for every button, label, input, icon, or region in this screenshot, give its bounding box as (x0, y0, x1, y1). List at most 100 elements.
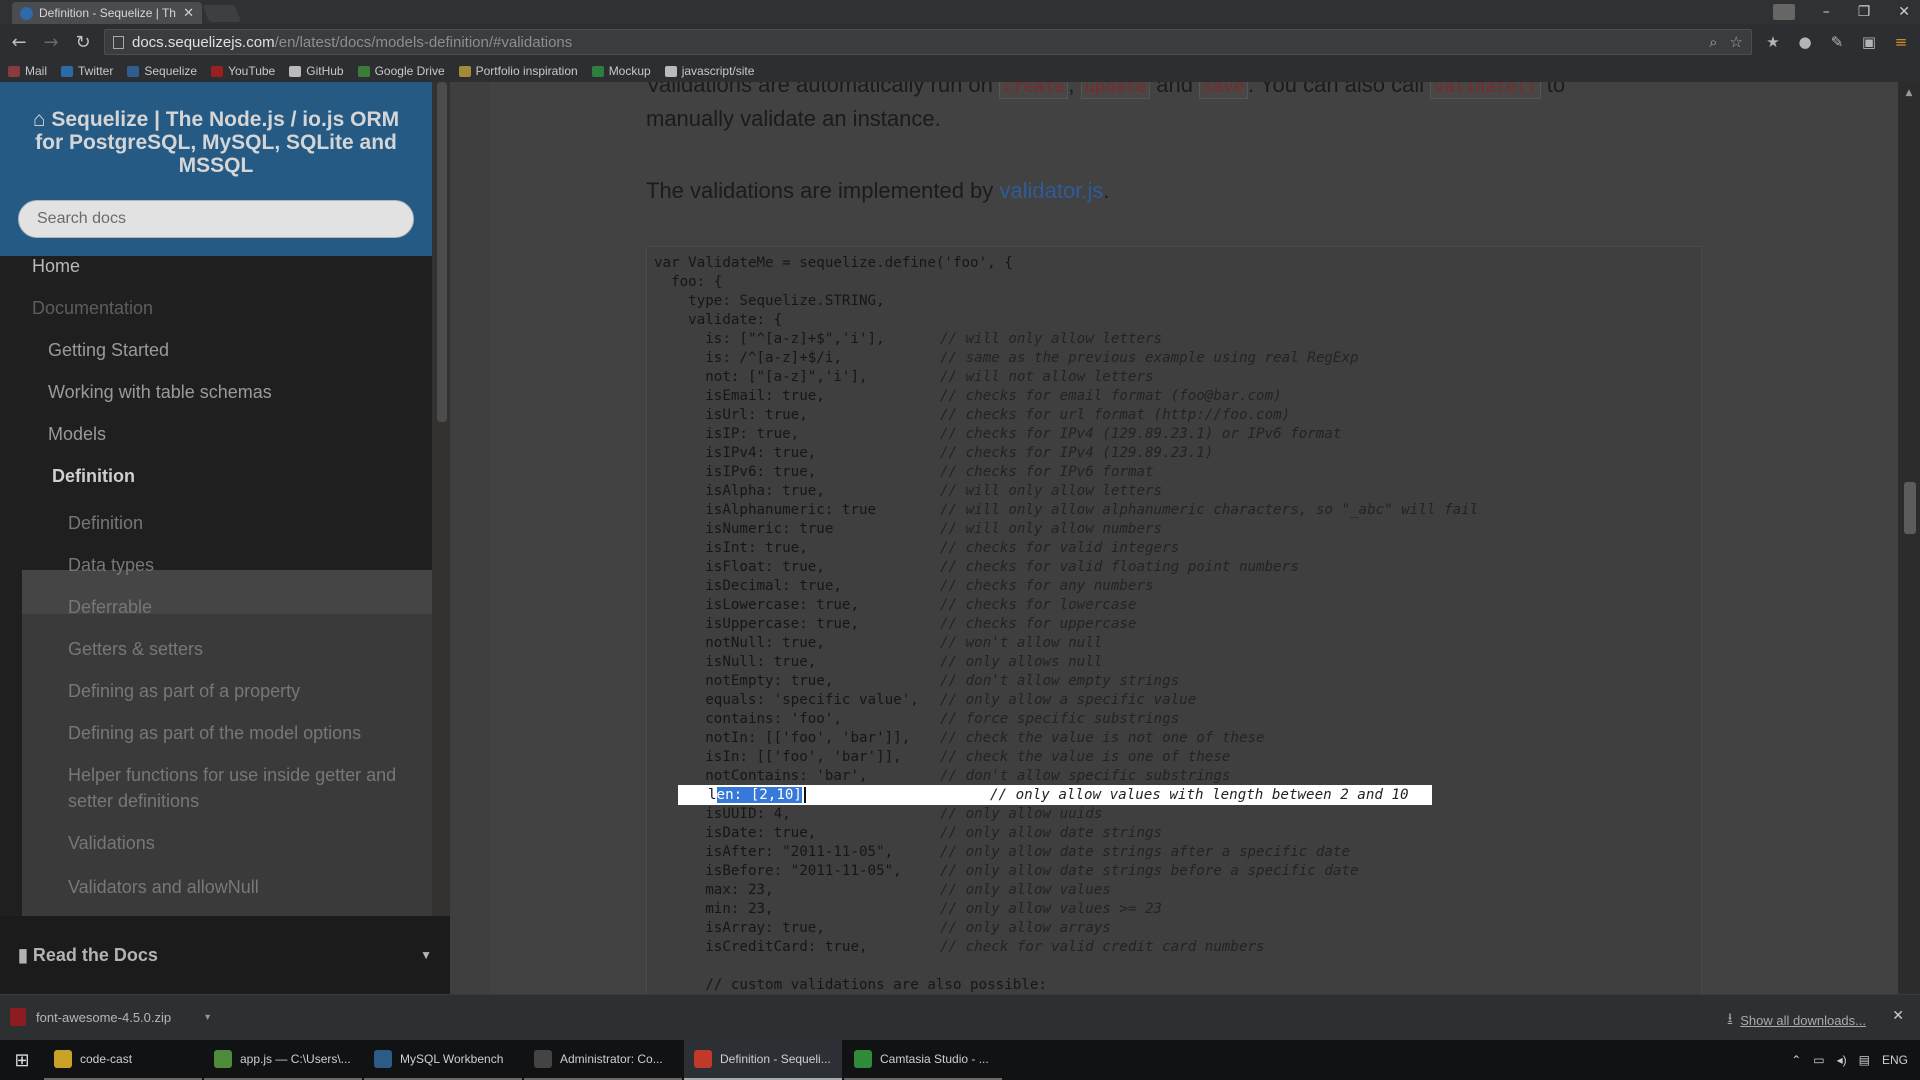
taskbar-item[interactable]: code-cast (44, 1040, 202, 1080)
code-line: notIn: [['foo', 'bar']], (654, 730, 911, 746)
notifications-icon[interactable]: ▤ (1859, 1053, 1870, 1067)
windows-start-icon[interactable]: ⊞ (0, 1040, 44, 1080)
taskbar-item[interactable]: Administrator: Co... (524, 1040, 682, 1080)
inline-code-save: save (1199, 82, 1249, 99)
bookmark-label: Mockup (608, 64, 651, 78)
restore-icon[interactable]: ❐ (1858, 4, 1871, 20)
download-menu-icon[interactable]: ▾ (205, 1012, 210, 1023)
bookmarks-bar: Mail Twitter Sequelize YouTube GitHub Google … (0, 60, 1920, 82)
close-window-icon[interactable]: ✕ (1898, 4, 1910, 20)
inline-code-validate: validate() (1430, 82, 1541, 99)
inline-code-create: create (999, 82, 1069, 99)
site-brand[interactable]: ⌂ Sequelize | The Node.js / io.js ORM fo… (20, 108, 412, 177)
code-comment: // only allow values (940, 882, 1111, 898)
sidebar-item[interactable]: Models (48, 424, 106, 445)
read-the-docs-bar[interactable]: ▮ Read the Docs ▼ (0, 916, 450, 994)
bookmark-item[interactable]: Sequelize (127, 64, 197, 78)
url-text: docs.sequelizejs.com/en/latest/docs/mode… (132, 34, 572, 51)
sidebar-item[interactable]: Documentation (32, 298, 153, 319)
sidebar-item[interactable]: Defining as part of the model options (68, 720, 408, 746)
sidebar-item[interactable]: Definition (52, 466, 135, 487)
browser-tab[interactable]: Definition - Sequelize | Th ✕ (12, 2, 202, 24)
microphone-icon[interactable]: ● (1794, 33, 1816, 51)
omnibox-actions: ⌕ ☆ (1709, 33, 1743, 51)
taskbar-item[interactable]: Camtasia Studio - ... (844, 1040, 1002, 1080)
sidebar-item[interactable]: Working with table schemas (48, 382, 272, 403)
bookmark-item[interactable]: Mockup (591, 64, 651, 78)
brand-text: Sequelize | The Node.js / io.js ORM for … (35, 108, 400, 177)
bookmark-item[interactable]: YouTube (211, 64, 275, 78)
code-comment: // will not allow letters (940, 369, 1154, 385)
page-scrollbar[interactable]: ▲ (1898, 82, 1920, 994)
zoom-icon[interactable]: ⌕ (1709, 33, 1717, 51)
eyedropper-icon[interactable]: ✎ (1826, 33, 1848, 51)
extension-box-icon[interactable]: ▣ (1858, 33, 1880, 51)
validator-js-link[interactable]: validator.js (999, 178, 1103, 203)
new-tab-button[interactable] (202, 5, 242, 22)
inline-code-update: update (1080, 82, 1151, 99)
back-icon[interactable]: ← (8, 32, 30, 53)
code-line: isInt: true, (654, 540, 808, 556)
volume-icon[interactable]: ◂) (1837, 1053, 1847, 1067)
sidebar-item[interactable]: Data types (68, 552, 408, 578)
tray-chevron-icon[interactable]: ⌃ (1791, 1053, 1801, 1067)
reload-icon[interactable]: ↻ (72, 32, 94, 53)
code-comment: // will only allow numbers (940, 521, 1163, 537)
bookmark-star-icon[interactable]: ☆ (1730, 33, 1743, 51)
bookmark-item[interactable]: Google Drive (357, 64, 445, 78)
taskbar-app-icon (854, 1050, 872, 1068)
sidebar-item[interactable]: Getting Started (48, 340, 169, 361)
taskbar-item[interactable]: app.js — C:\Users\... (204, 1040, 362, 1080)
taskbar-item[interactable]: MySQL Workbench (364, 1040, 522, 1080)
address-bar[interactable]: docs.sequelizejs.com/en/latest/docs/mode… (104, 29, 1752, 55)
sidebar-item[interactable]: Home (32, 256, 80, 277)
code-line: notNull: true, (654, 635, 825, 651)
taskbar-app-icon (54, 1050, 72, 1068)
bookmark-item[interactable]: Portfolio inspiration (458, 64, 578, 78)
language-indicator[interactable]: ENG (1882, 1053, 1908, 1067)
close-downloads-icon[interactable]: ✕ (1892, 1007, 1904, 1024)
highlighted-code[interactable]: len: [2,10] // only allow values with len… (708, 786, 1409, 804)
page-scrollbar-thumb[interactable] (1904, 482, 1916, 534)
taskbar-label: Definition - Sequeli... (720, 1052, 831, 1066)
sidebar-nav: Home Documentation Getting Started Working … (0, 256, 432, 916)
scroll-up-icon[interactable]: ▲ (1898, 88, 1920, 98)
sidebar-item[interactable]: Defining as part of a property (68, 678, 408, 704)
bookmark-label: Twitter (78, 64, 114, 78)
bookmark-item[interactable]: GitHub (289, 64, 344, 78)
taskbar-app-icon (214, 1050, 232, 1068)
taskbar-item[interactable]: Definition - Sequeli... (684, 1040, 842, 1080)
sidebar-item[interactable]: Deferrable (68, 594, 408, 620)
search-input[interactable]: Search docs (18, 200, 414, 238)
para1-and: and (1156, 82, 1193, 97)
bookmark-item[interactable]: Mail (8, 64, 47, 78)
code-comment: // don't allow empty strings (940, 673, 1180, 689)
sidebar-item[interactable]: Validations (68, 830, 408, 856)
download-item[interactable]: font-awesome-4.5.0.zip ▾ (10, 1003, 210, 1031)
main-content: Validations are automatically run on cre… (450, 82, 1900, 994)
sidebar-scrollbar-thumb[interactable] (437, 82, 447, 422)
browser-tab-bar: Definition - Sequelize | Th ✕ – ❐ ✕ (0, 0, 1920, 24)
google-drive-icon (357, 65, 370, 77)
profile-icon[interactable] (1772, 4, 1795, 20)
forward-icon[interactable]: → (40, 32, 62, 53)
sidebar-item[interactable]: Helper functions for use inside getter a… (68, 762, 408, 814)
show-all-downloads-link[interactable]: ⭳ Show all downloads... (1728, 1009, 1866, 1031)
sidebar-item[interactable]: Definition (68, 510, 408, 536)
paragraph-validator: The validations are implemented by valid… (646, 178, 1110, 204)
sidebar-item[interactable]: Validators and allowNull (68, 874, 408, 900)
close-tab-icon[interactable]: ✕ (183, 6, 194, 21)
sidebar-item[interactable]: Getters & setters (68, 636, 408, 662)
code-line: isDate: true, (654, 825, 817, 841)
bookmark-item[interactable]: Twitter (61, 64, 113, 78)
minimize-icon[interactable]: – (1823, 4, 1830, 20)
menu-icon[interactable]: ≡ (1890, 33, 1912, 51)
code-line: contains: 'foo', (654, 711, 842, 727)
code-comment: // will only allow letters (940, 331, 1163, 347)
network-icon[interactable]: ▭ (1813, 1053, 1824, 1067)
code-line: isAlphanumeric: true (654, 502, 877, 518)
code-comment: // checks for url format (http://foo.com… (940, 407, 1291, 423)
bookmark-item[interactable]: javascript/site (664, 64, 754, 78)
extension-star-icon[interactable]: ★ (1762, 33, 1784, 51)
read-the-docs-text: Read the Docs (32, 944, 158, 965)
